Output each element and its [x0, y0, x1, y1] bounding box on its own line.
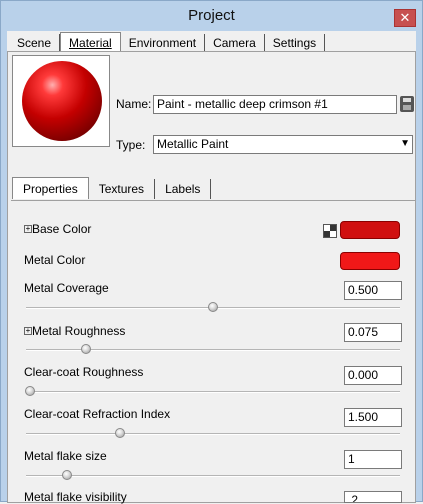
base-color-swatch[interactable]	[340, 221, 400, 239]
chevron-down-icon: ▼	[400, 138, 410, 149]
title-bar[interactable]: Project ✕	[1, 1, 422, 31]
slider-thumb[interactable]	[114, 428, 125, 438]
slider-thumb[interactable]	[62, 470, 73, 480]
flake-size-input[interactable]: 1	[344, 450, 402, 469]
clearcoat-roughness-slider[interactable]	[24, 386, 400, 396]
base-color-row: + Base Color	[24, 222, 91, 236]
tab-textures[interactable]: Textures	[89, 179, 156, 199]
window-title: Project	[188, 7, 235, 24]
metal-roughness-input[interactable]: 0.075	[344, 323, 402, 342]
metal-color-swatch[interactable]	[340, 252, 400, 270]
slider-thumb[interactable]	[80, 344, 91, 354]
tab-labels[interactable]: Labels	[155, 179, 212, 199]
save-icon[interactable]	[400, 96, 414, 112]
base-color-label: Base Color	[32, 222, 92, 236]
expand-icon[interactable]: +	[24, 326, 32, 335]
name-label: Name:	[116, 97, 152, 111]
tab-material[interactable]: Material	[60, 32, 121, 53]
type-label: Type:	[116, 138, 146, 152]
material-panel: Name: Paint - metallic deep crimson #1 T…	[7, 51, 416, 504]
close-button[interactable]: ✕	[394, 9, 416, 27]
flake-size-slider[interactable]	[26, 470, 400, 480]
clearcoat-roughness-label: Clear-coat Roughness	[24, 365, 144, 379]
inner-tabs: Properties Textures Labels	[12, 177, 212, 199]
name-input[interactable]: Paint - metallic deep crimson #1	[153, 95, 397, 114]
texture-checker-icon[interactable]	[323, 224, 337, 238]
clearcoat-roughness-input[interactable]: 0.000	[344, 366, 402, 385]
properties-pane: + Base Color Metal Color Metal Coverage 0…	[11, 200, 415, 504]
preview-sphere	[22, 61, 102, 141]
slider-thumb[interactable]	[208, 302, 218, 312]
project-window: Project ✕ Scene Material Environment Cam…	[0, 0, 423, 504]
clearcoat-refraction-slider[interactable]	[26, 428, 400, 438]
type-select[interactable]: Metallic Paint ▼	[153, 135, 413, 154]
metal-roughness-label: Metal Roughness	[32, 324, 126, 338]
tab-properties[interactable]: Properties	[12, 177, 89, 199]
clearcoat-refraction-input[interactable]: 1.500	[344, 408, 402, 427]
flake-size-label: Metal flake size	[24, 449, 107, 463]
metal-coverage-slider[interactable]	[26, 302, 400, 312]
expand-icon[interactable]: +	[24, 224, 32, 233]
metal-coverage-label: Metal Coverage	[24, 281, 109, 295]
slider-thumb[interactable]	[24, 386, 35, 396]
material-preview[interactable]	[12, 55, 110, 147]
metal-roughness-slider[interactable]	[26, 344, 400, 354]
metal-color-label: Metal Color	[24, 253, 86, 267]
flake-visibility-input[interactable]: .2	[344, 491, 402, 503]
clearcoat-refraction-label: Clear-coat Refraction Index	[24, 407, 171, 421]
window-body: Scene Material Environment Camera Settin…	[7, 31, 416, 504]
type-value: Metallic Paint	[157, 137, 229, 151]
metal-coverage-input[interactable]: 0.500	[344, 281, 402, 300]
metal-roughness-row: + Metal Roughness	[24, 324, 125, 338]
